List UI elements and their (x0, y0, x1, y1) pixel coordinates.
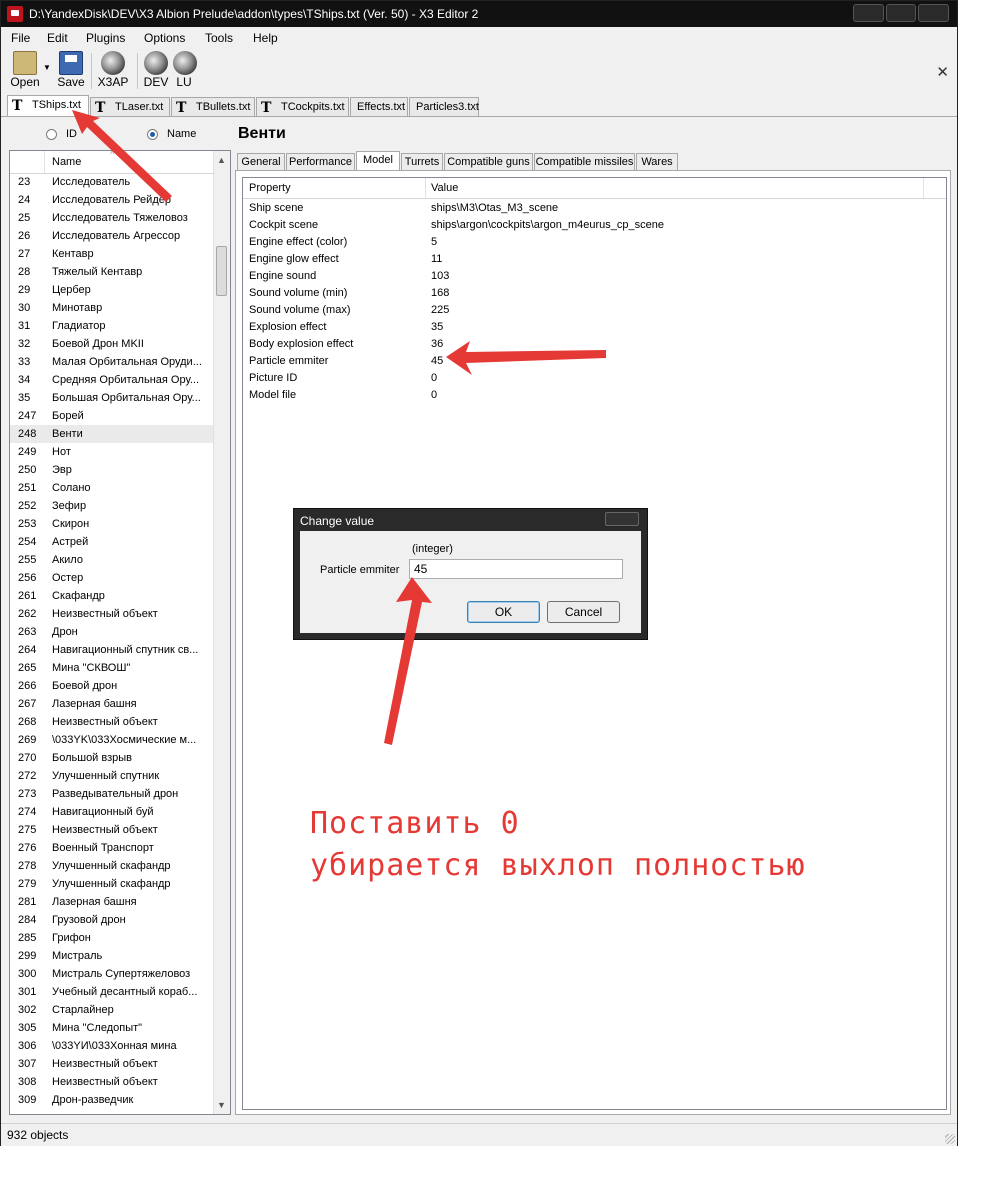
annotation-line-2: убирается выхлоп полностью (310, 848, 806, 883)
annotation-arrows (72, 110, 606, 745)
arrow-to-particle-value (446, 341, 606, 375)
arrow-to-dialog-input (384, 577, 432, 745)
arrow-to-tships-tab (72, 110, 172, 202)
annotation-line-1: Поставить 0 (310, 806, 520, 841)
